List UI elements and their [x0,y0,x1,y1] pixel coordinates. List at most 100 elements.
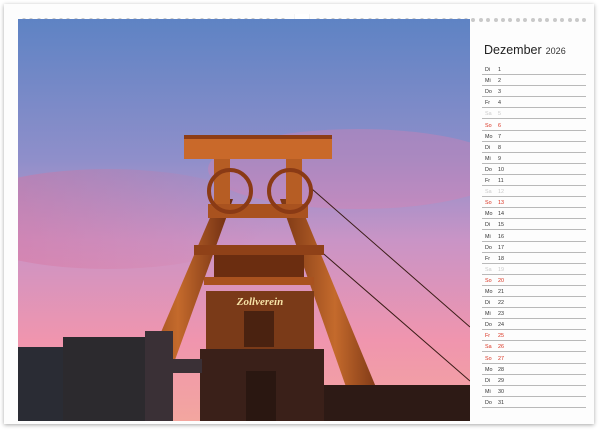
day-number: 23 [498,311,504,318]
day-number: 31 [498,399,504,406]
weekday-label: Do [485,322,492,329]
weekday-label: Fr [485,333,491,340]
day-number: 16 [498,233,504,240]
day-row: Fr 25 [482,330,586,342]
day-row: So 20 [482,275,586,286]
weekday-label: Fr [485,178,491,185]
zollverein-sign: Zollverein [236,296,283,308]
weekday-label: Di [485,300,491,307]
weekday-label: Sa [485,111,492,118]
day-number: 30 [498,388,504,395]
tower-platform [194,245,324,255]
weekday-label: Mi [485,388,491,395]
day-row: Di 1 [482,64,586,76]
left-building [18,347,63,421]
weekday-label: Mi [485,78,491,85]
weekday-label: So [485,355,492,362]
day-row: Fr 4 [482,97,586,109]
weekday-label: Fr [485,100,491,107]
day-number: 7 [498,133,501,140]
calendar-panel: Dezember 2026 Di 1 Mi 2 Do 3 Fr 4 Sa 5 So 6 Mo 7 Di 8 Mi 9… [474,19,590,421]
day-number: 3 [498,89,501,96]
day-row: Sa 26 [482,341,586,353]
day-row: Mo 28 [482,364,586,375]
calendar-page: Zollverein Dezember 2026 Di 1 Mi 2 Do 3 Fr 4 Sa 5 S… [4,4,594,424]
sign-building-window [244,311,274,347]
day-number: 8 [498,144,501,151]
weekday-label: Mi [485,155,491,162]
day-number: 17 [498,244,504,251]
day-row: Mi 23 [482,308,586,320]
weekday-label: Sa [485,344,492,351]
right-building [324,385,470,421]
day-number: 25 [498,333,504,340]
day-row: Mo 14 [482,208,586,220]
day-row: Fr 18 [482,253,586,264]
day-number: 9 [498,155,501,162]
weekday-label: Sa [485,266,492,273]
tower-column [214,159,230,209]
day-number: 15 [498,222,504,229]
day-row: So 13 [482,197,586,209]
day-number: 13 [498,200,504,207]
weekday-label: So [485,200,492,207]
day-row: Fr 11 [482,175,586,187]
day-number: 4 [498,100,501,107]
day-number: 11 [498,178,504,185]
day-row: Mi 30 [482,386,586,397]
day-row: Sa 5 [482,108,586,120]
day-row: Di 29 [482,375,586,386]
day-number: 1 [498,67,501,74]
year-label: 2026 [545,46,566,56]
day-number: 19 [498,266,504,273]
weekday-label: Fr [485,255,491,262]
day-row: Do 17 [482,242,586,253]
tower-top-beam [184,139,332,159]
day-number: 24 [498,322,504,329]
photo-zollverein-headframe: Zollverein [18,19,470,421]
left-building-tall [63,337,145,421]
day-row: Do 31 [482,397,586,408]
weekday-label: Do [485,166,492,173]
weekday-label: Mi [485,233,491,240]
day-number: 10 [498,166,504,173]
day-list: Di 1 Mi 2 Do 3 Fr 4 Sa 5 So 6 Mo 7 Di 8 Mi 9 Do 10 Fr 11 Sa 12 S… [482,64,586,408]
weekday-label: So [485,122,492,129]
day-number: 14 [498,211,504,218]
day-row: Mo 7 [482,131,586,142]
day-number: 27 [498,355,504,362]
day-row: Di 8 [482,142,586,153]
day-number: 21 [498,288,504,295]
day-row: Mi 9 [482,153,586,164]
day-row: Do 3 [482,86,586,98]
day-row: So 27 [482,352,586,364]
tower-railing [184,135,332,139]
day-number: 20 [498,277,504,284]
tower-column [286,159,302,209]
day-number: 28 [498,366,504,373]
main-building-window [246,371,276,421]
weekday-label: Do [485,244,492,251]
weekday-label: Sa [485,189,492,196]
day-number: 26 [498,344,504,351]
tower-platform-lower [204,277,314,285]
weekday-label: Mi [485,311,491,318]
day-number: 22 [498,300,504,307]
weekday-label: Mo [485,366,493,373]
day-row: Mi 16 [482,230,586,242]
weekday-label: Di [485,144,491,151]
weekday-label: Di [485,67,491,74]
day-row: So 6 [482,119,586,131]
tower-machinery [214,255,304,277]
day-row: Mi 2 [482,75,586,87]
day-row: Sa 12 [482,186,586,198]
weekday-label: Mo [485,211,493,218]
connector-bridge [168,359,202,373]
month-name: Dezember [484,43,542,57]
day-row: Di 15 [482,219,586,231]
day-row: Mo 21 [482,286,586,297]
month-title: Dezember 2026 [484,43,566,57]
day-number: 6 [498,122,501,129]
weekday-label: Do [485,89,492,96]
day-number: 18 [498,255,504,262]
